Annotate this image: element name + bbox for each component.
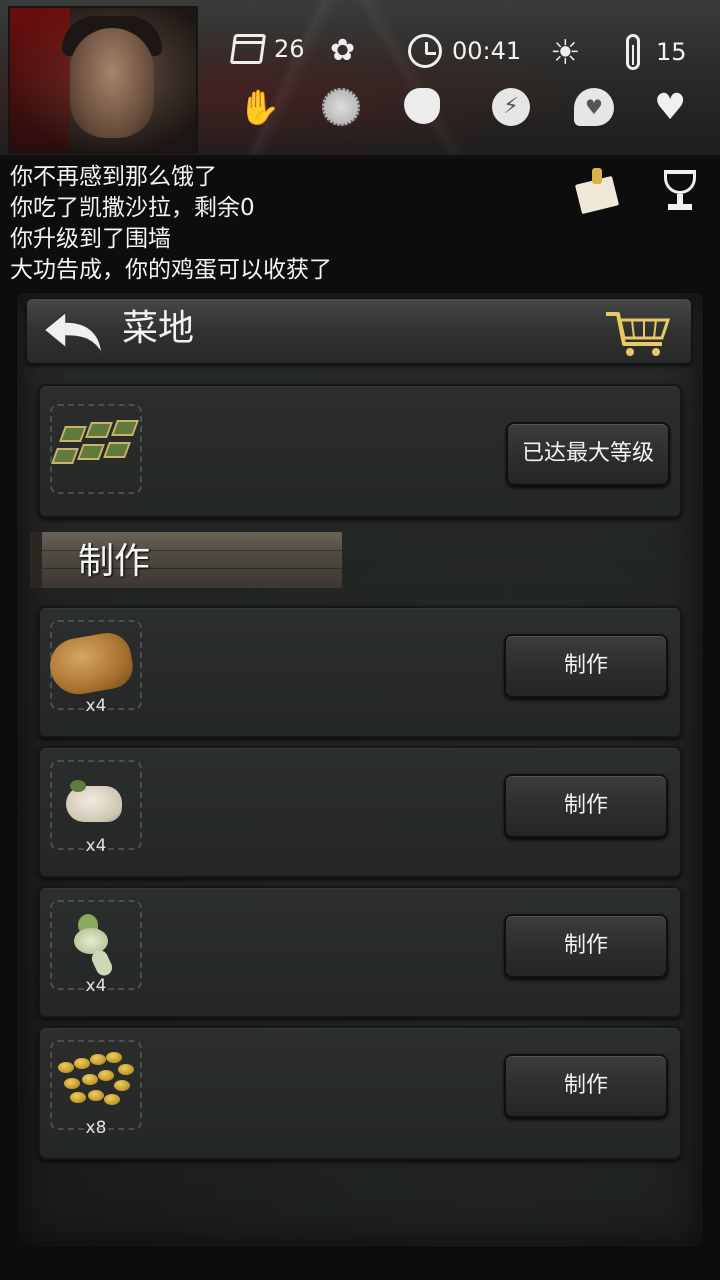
item-quantity: x4	[85, 976, 107, 996]
shop-button[interactable]	[602, 306, 674, 362]
clock: 00:41	[408, 34, 521, 68]
log-line: 大功告成，你的鸡蛋可以收获了	[10, 257, 332, 283]
craft-button[interactable]: 制作	[504, 1054, 668, 1118]
status-header: 26 ✿ 00:41 ☀ 15 ✋ ⚡ ♥ ♥	[0, 0, 720, 158]
day-value: 26	[274, 35, 305, 63]
message-log: 你不再感到那么饿了 你吃了凯撒沙拉，剩余0 你升级到了围墙 大功告成，你的鸡蛋可…	[10, 162, 550, 286]
trophy-stem	[677, 194, 683, 204]
avatar-face	[70, 28, 154, 138]
shop-cart-icon	[606, 312, 671, 356]
season-indicator: ✿	[330, 36, 355, 66]
garden-plot-icon	[51, 420, 139, 480]
craft-button[interactable]: 制作	[504, 914, 668, 978]
pin-icon	[592, 168, 602, 184]
disease-icon	[322, 88, 360, 126]
energy-status[interactable]: ⚡	[492, 88, 532, 128]
health-heart-icon: ♥	[654, 87, 687, 128]
log-line: 你不再感到那么饿了	[10, 164, 217, 190]
garlic-icon	[66, 780, 122, 822]
injury-status[interactable]: ✋	[238, 88, 281, 128]
max-level-button[interactable]: 已达最大等级	[506, 422, 670, 486]
temperature-value: 15	[656, 38, 687, 66]
panel-title: 菜地	[122, 308, 195, 349]
back-button[interactable]	[40, 306, 106, 358]
section-plank	[30, 532, 342, 588]
clock-icon	[408, 34, 442, 68]
item-quantity: x8	[85, 1118, 107, 1138]
energy-icon: ⚡	[492, 88, 530, 126]
onion-icon	[68, 914, 122, 979]
stomach-icon	[404, 88, 440, 124]
calendar-icon	[229, 34, 267, 64]
weather-indicator: ☀	[550, 36, 580, 70]
trophy-base	[668, 204, 692, 210]
beans-icon	[54, 1050, 136, 1116]
disease-status[interactable]	[322, 88, 362, 128]
day-counter: 26	[229, 34, 305, 64]
craft-button[interactable]: 制作	[504, 774, 668, 838]
maple-leaf-icon: ✿	[330, 33, 356, 68]
achievements-button[interactable]	[656, 166, 704, 214]
thermometer-icon	[626, 34, 640, 70]
health-status[interactable]: ♥	[654, 88, 694, 128]
injury-hand-icon: ✋	[238, 88, 281, 128]
log-line: 你升级到了围墙	[10, 226, 171, 252]
time-value: 00:41	[452, 37, 522, 65]
notes-button[interactable]	[574, 166, 622, 215]
temperature: 15	[626, 34, 687, 70]
mood-icon: ♥	[574, 88, 614, 126]
back-arrow-icon	[42, 310, 103, 355]
item-quantity: x4	[85, 696, 107, 716]
craft-button[interactable]: 制作	[504, 634, 668, 698]
character-avatar[interactable]	[8, 6, 198, 154]
mood-status[interactable]: ♥	[574, 88, 614, 128]
item-quantity: x4	[85, 836, 107, 856]
section-title: 制作	[78, 541, 151, 582]
trophy-icon	[664, 170, 696, 194]
blood-splatter	[10, 8, 70, 152]
log-line: 你吃了凯撒沙拉，剩余0	[10, 195, 255, 221]
hunger-status[interactable]	[404, 88, 444, 128]
sun-icon: ☀	[550, 33, 581, 73]
